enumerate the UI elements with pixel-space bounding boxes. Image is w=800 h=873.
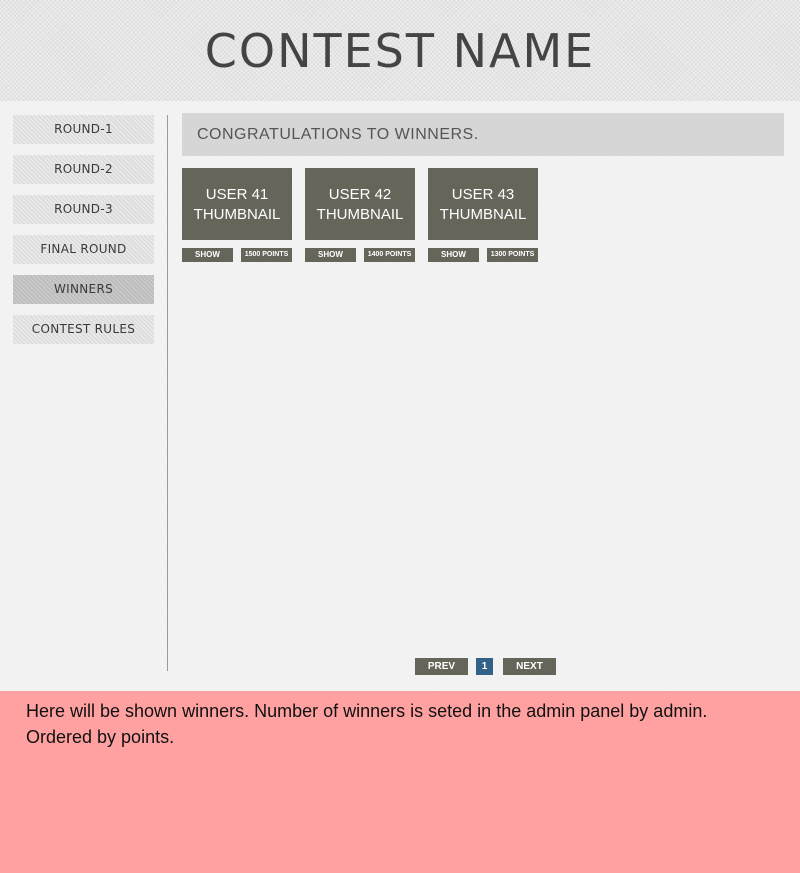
- winner-card: USER 42 THUMBNAIL SHOW 1400 POINTS: [305, 168, 415, 262]
- winner-actions: SHOW 1500 POINTS: [182, 248, 292, 262]
- sidebar-divider: [167, 115, 168, 671]
- congratulations-banner: CONGRATULATIONS TO WINNERS.: [182, 113, 784, 156]
- winner-actions: SHOW 1400 POINTS: [305, 248, 415, 262]
- thumbnail-caption: THUMBNAIL: [316, 206, 404, 223]
- main-area: ROUND-1 ROUND-2 ROUND-3 FINAL ROUND WINN…: [0, 101, 800, 691]
- sidebar-item-final-round[interactable]: FINAL ROUND: [13, 235, 154, 264]
- winner-actions: SHOW 1300 POINTS: [428, 248, 538, 262]
- user-thumbnail[interactable]: USER 42 THUMBNAIL: [305, 168, 415, 240]
- show-button[interactable]: SHOW: [305, 248, 356, 262]
- points-badge: 1300 POINTS: [487, 248, 538, 262]
- sidebar-item-round-1[interactable]: ROUND-1: [13, 115, 154, 144]
- next-button[interactable]: NEXT: [503, 658, 556, 675]
- sidebar-item-round-3[interactable]: ROUND-3: [13, 195, 154, 224]
- annotation-note: Here will be shown winners. Number of wi…: [0, 691, 800, 873]
- show-button[interactable]: SHOW: [428, 248, 479, 262]
- winner-card: USER 43 THUMBNAIL SHOW 1300 POINTS: [428, 168, 538, 262]
- thumbnail-user-label: USER 42: [328, 186, 392, 203]
- winner-card: USER 41 THUMBNAIL SHOW 1500 POINTS: [182, 168, 292, 262]
- contest-title: CONTEST NAME: [204, 24, 596, 78]
- points-badge: 1400 POINTS: [364, 248, 415, 262]
- prev-button[interactable]: PREV: [415, 658, 468, 675]
- sidebar: ROUND-1 ROUND-2 ROUND-3 FINAL ROUND WINN…: [13, 115, 154, 355]
- thumbnail-user-label: USER 41: [205, 186, 269, 203]
- sidebar-item-round-2[interactable]: ROUND-2: [13, 155, 154, 184]
- thumbnail-caption: THUMBNAIL: [193, 206, 281, 223]
- sidebar-item-contest-rules[interactable]: CONTEST RULES: [13, 315, 154, 344]
- points-badge: 1500 POINTS: [241, 248, 292, 262]
- page-1-button[interactable]: 1: [476, 658, 493, 675]
- user-thumbnail[interactable]: USER 43 THUMBNAIL: [428, 168, 538, 240]
- show-button[interactable]: SHOW: [182, 248, 233, 262]
- sidebar-item-winners[interactable]: WINNERS: [13, 275, 154, 304]
- thumbnail-user-label: USER 43: [451, 186, 515, 203]
- pagination: PREV 1 NEXT: [0, 658, 800, 676]
- thumbnail-caption: THUMBNAIL: [439, 206, 527, 223]
- user-thumbnail[interactable]: USER 41 THUMBNAIL: [182, 168, 292, 240]
- header: CONTEST NAME: [0, 0, 800, 101]
